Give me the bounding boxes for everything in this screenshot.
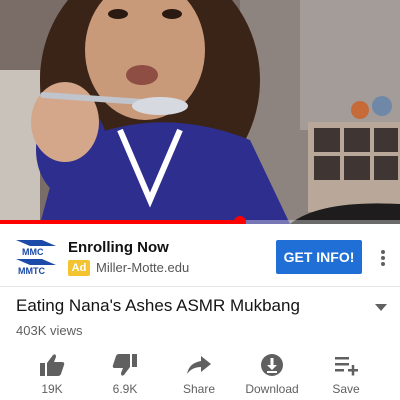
save-label: Save: [332, 382, 360, 396]
video-frame: [0, 0, 400, 224]
ad-url[interactable]: Miller-Motte.edu: [96, 260, 189, 276]
more-vert-icon[interactable]: [374, 246, 392, 270]
like-button[interactable]: 19K: [17, 350, 87, 400]
thumb-down-icon: [112, 354, 137, 376]
thumb-up-icon: [40, 354, 65, 376]
share-button[interactable]: Share: [164, 350, 234, 400]
share-icon: [187, 356, 211, 374]
download-label: Download: [245, 382, 299, 396]
dislike-button[interactable]: 6.9K: [90, 350, 160, 400]
save-button[interactable]: Save: [311, 350, 381, 400]
mmc-mmtc-logo-icon: MMC MMTC: [15, 237, 57, 276]
playlist-add-icon: [335, 357, 358, 376]
get-info-button[interactable]: GET INFO!: [276, 240, 362, 274]
view-count: 403K views: [16, 323, 83, 338]
share-label: Share: [182, 382, 216, 396]
video-title[interactable]: Eating Nana's Ashes ASMR Mukbang: [16, 296, 300, 316]
divider: [0, 286, 400, 287]
caret-down-icon[interactable]: [372, 300, 390, 314]
logo-text-bottom: MMTC: [18, 266, 45, 276]
progress-scrubber[interactable]: [234, 216, 246, 224]
download-button[interactable]: Download: [237, 350, 307, 400]
ad-badge: Ad: [68, 260, 90, 276]
video-player[interactable]: [0, 0, 400, 224]
dislike-count: 6.9K: [112, 382, 138, 396]
progress-bar[interactable]: [0, 216, 400, 224]
ad-title[interactable]: Enrolling Now: [68, 239, 169, 256]
like-count: 19K: [41, 382, 63, 396]
progress-fill: [0, 220, 240, 224]
logo-text-top: MMC: [22, 247, 44, 257]
ad-banner[interactable]: MMC MMTC Enrolling Now Ad Miller-Motte.e…: [0, 226, 400, 286]
download-icon: [261, 354, 283, 376]
action-bar: 19K 6.9K Share Download Save: [0, 350, 400, 400]
